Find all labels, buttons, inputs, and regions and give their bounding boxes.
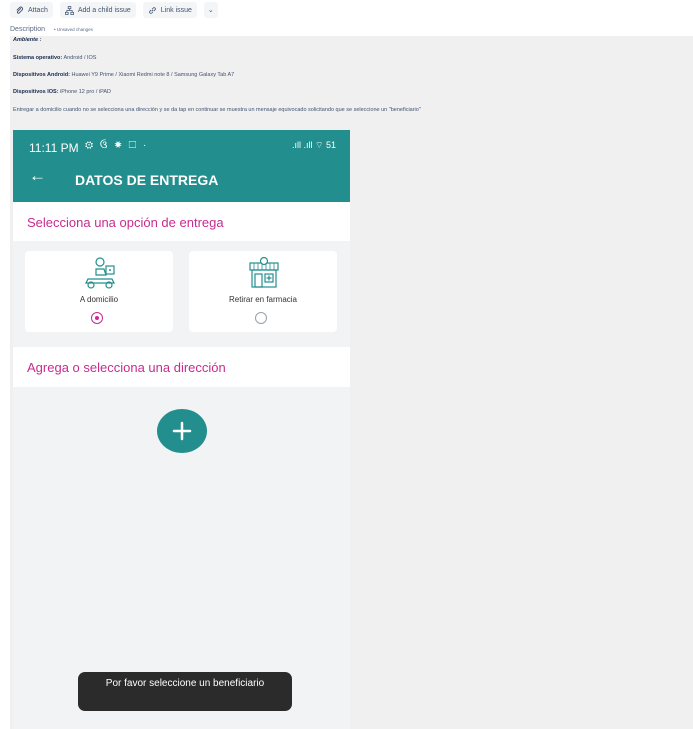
home-delivery-radio[interactable] [91, 312, 103, 324]
unsaved-changes-indicator: • Unsaved changes [54, 27, 93, 32]
address-section-header: Agrega o selecciona una dirección [13, 347, 350, 387]
attach-label: Attach [28, 6, 48, 14]
link-issue-label: Link issue [160, 6, 192, 14]
status-time: 11:11 PM [29, 141, 79, 155]
option-card-home-delivery: A domicilio [25, 251, 173, 332]
back-arrow-icon: ← [29, 166, 46, 185]
issue-toolbar: Attach Add a child issue Link issue ⌄ [10, 1, 218, 19]
more-actions-dropdown[interactable]: ⌄ [203, 2, 218, 18]
option-card-pharmacy-pickup: Retirar en farmacia [189, 251, 337, 332]
home-delivery-label: A domicilio [79, 295, 119, 304]
add-address-button[interactable] [157, 409, 207, 453]
bug-description-text: Entregar a domicilio cuando no se selecc… [13, 107, 421, 113]
plus-icon [172, 421, 192, 441]
phone-screenshot: 11:11 PM ⚙ ઉ ✸ ☐ · .ıll .ıll ⌔ 51 ← DATO… [13, 130, 350, 729]
chevron-down-icon: ⌄ [207, 7, 214, 14]
android-devices-line: Dispositivos Android: Huawei Y9 Prime / … [13, 72, 235, 78]
delivery-scooter-icon [85, 257, 115, 289]
app-header: 11:11 PM ⚙ ઉ ✸ ☐ · .ıll .ıll ⌔ 51 ← DATO… [13, 130, 350, 202]
pharmacy-pickup-label: Retirar en farmacia [228, 295, 298, 304]
add-child-issue-button[interactable]: Add a child issue [59, 2, 136, 18]
screen-title: DATOS DE ENTREGA [75, 172, 219, 188]
description-editor[interactable]: Ambiente : Sistema operativo: Android / … [10, 36, 693, 729]
delivery-heading: Selecciona una opción de entrega [27, 215, 224, 230]
pharmacy-store-icon [249, 257, 279, 288]
signal-wifi-battery-icons: .ıll .ıll ⌔ 51 [292, 140, 336, 150]
description-label: Description [10, 26, 46, 33]
pharmacy-pickup-radio[interactable] [255, 312, 267, 324]
link-icon [149, 6, 156, 14]
environment-heading: Ambiente : [13, 37, 42, 43]
paperclip-icon [16, 6, 23, 14]
address-heading: Agrega o selecciona una dirección [27, 360, 226, 375]
link-issue-button[interactable]: Link issue [142, 2, 197, 18]
ios-devices-line: Dispositivos IOS: iPhone 12 pro / iPAD [13, 89, 112, 95]
status-notification-icons: ⚙ ઉ ✸ ☐ · [85, 140, 149, 151]
add-child-issue-label: Add a child issue [77, 6, 131, 14]
error-toast: Por favor seleccione un beneficiario [78, 672, 292, 711]
attach-button[interactable]: Attach [10, 2, 53, 18]
hierarchy-icon [64, 5, 74, 15]
os-line: Sistema operativo: Android / IOS [13, 55, 97, 61]
delivery-section-header: Selecciona una opción de entrega [13, 202, 350, 241]
